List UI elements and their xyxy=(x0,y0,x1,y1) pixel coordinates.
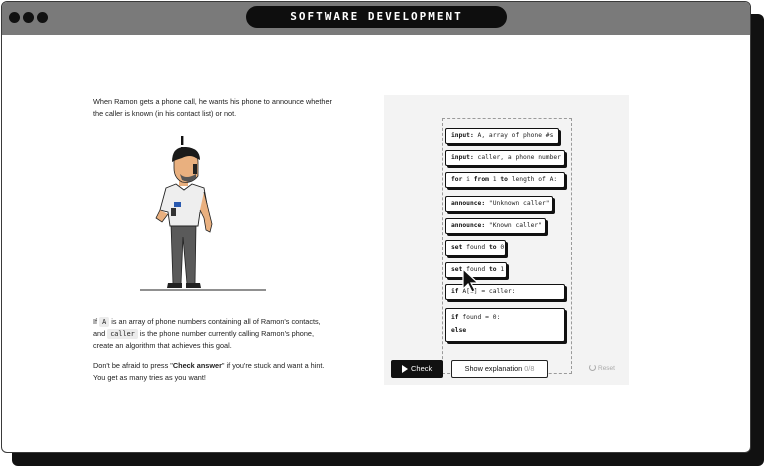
block-keyword: announce: xyxy=(451,200,486,207)
code-block-announce-unknown[interactable]: announce: "Unknown caller" xyxy=(445,196,553,212)
intro-line-2: the caller is known (in his contact list… xyxy=(93,109,237,118)
show-explanation-button[interactable]: Show explanation 0/8 xyxy=(451,360,548,378)
show-explanation-label: Show explanation xyxy=(464,364,523,373)
block-text: A, array of phone #s xyxy=(477,132,554,139)
code-variable-caller: caller xyxy=(107,329,138,339)
hint-text-part: " if you're stuck and want a hint. xyxy=(221,361,325,370)
block-text: i xyxy=(466,176,470,183)
block-keyword: set xyxy=(451,244,463,251)
block-text: 1 xyxy=(500,266,505,273)
block-text: found = 0: xyxy=(462,314,501,321)
problem-text: If A is an array of phone numbers contai… xyxy=(93,316,321,352)
window-dot-icon[interactable] xyxy=(9,12,20,23)
intro-text: When Ramon gets a phone call, he wants h… xyxy=(93,96,332,120)
code-block-input-a[interactable]: input: A, array of phone #s xyxy=(445,128,559,144)
ramon-illustration xyxy=(140,136,266,291)
block-keyword: if xyxy=(451,314,459,321)
block-keyword: if xyxy=(451,288,459,295)
puzzle-panel: input: A, array of phone #s input: calle… xyxy=(384,95,629,385)
block-keyword: to xyxy=(488,266,497,273)
problem-line-2: and caller is the phone number currently… xyxy=(93,328,321,340)
hint-text: Don't be afraid to press "Check answer" … xyxy=(93,360,324,384)
block-text: "Unknown caller" xyxy=(488,200,550,207)
play-icon xyxy=(402,365,408,373)
hint-strong-text: Check answer xyxy=(172,361,222,370)
block-text: found xyxy=(466,244,486,251)
code-block-input-caller[interactable]: input: caller, a phone number xyxy=(445,150,565,166)
code-block-announce-known[interactable]: announce: "Known caller" xyxy=(445,218,546,234)
app-window: SOFTWARE DEVELOPMENT xyxy=(1,1,751,453)
reset-icon xyxy=(589,364,596,371)
pointer-cursor-icon xyxy=(462,268,480,293)
check-button-label: Check xyxy=(411,364,433,373)
hint-text-part: Don't be afraid to press " xyxy=(93,361,173,370)
block-keyword: to xyxy=(500,176,508,183)
window-dot-icon[interactable] xyxy=(23,12,34,23)
block-keyword: input: xyxy=(451,154,474,161)
code-block-for-loop[interactable]: for i from 1 to length of A: xyxy=(445,172,565,188)
block-text: caller, a phone number xyxy=(477,154,561,161)
block-text: 0 xyxy=(500,244,505,251)
hint-line-1: Don't be afraid to press "Check answer" … xyxy=(93,360,324,372)
problem-text-part: If xyxy=(93,317,98,326)
code-variable-a: A xyxy=(99,317,110,327)
block-keyword: input: xyxy=(451,132,474,139)
reset-button-label: Reset xyxy=(598,365,615,372)
title-bar: SOFTWARE DEVELOPMENT xyxy=(2,2,750,35)
code-block-if-else[interactable]: if found = 0: else xyxy=(445,308,565,342)
problem-line-1: If A is an array of phone numbers contai… xyxy=(93,316,321,328)
problem-text-part: and xyxy=(93,329,106,338)
hint-line-2: You get as many tries as you want! xyxy=(93,373,206,382)
window-title: SOFTWARE DEVELOPMENT xyxy=(246,6,507,28)
problem-text-part: is the phone number currently calling Ra… xyxy=(139,329,314,338)
block-keyword: announce: xyxy=(451,222,486,229)
check-button[interactable]: Check xyxy=(391,360,443,378)
intro-line-1: When Ramon gets a phone call, he wants h… xyxy=(93,97,332,106)
block-text: "Known caller" xyxy=(488,222,542,229)
block-keyword: to xyxy=(488,244,497,251)
problem-text-part: is an array of phone numbers containing … xyxy=(111,317,321,326)
code-block-set-found-0[interactable]: set found to 0 xyxy=(445,240,506,256)
block-text: 1 xyxy=(492,176,497,183)
reset-button[interactable]: Reset xyxy=(589,364,615,372)
window-dot-icon[interactable] xyxy=(37,12,48,23)
block-keyword: from xyxy=(473,176,489,183)
block-text: length of A: xyxy=(511,176,558,183)
block-keyword: else xyxy=(451,327,467,334)
problem-line-3: create an algorithm that achieves this g… xyxy=(93,341,232,350)
explanation-count: 0/8 xyxy=(524,364,535,373)
block-keyword: for xyxy=(451,176,463,183)
